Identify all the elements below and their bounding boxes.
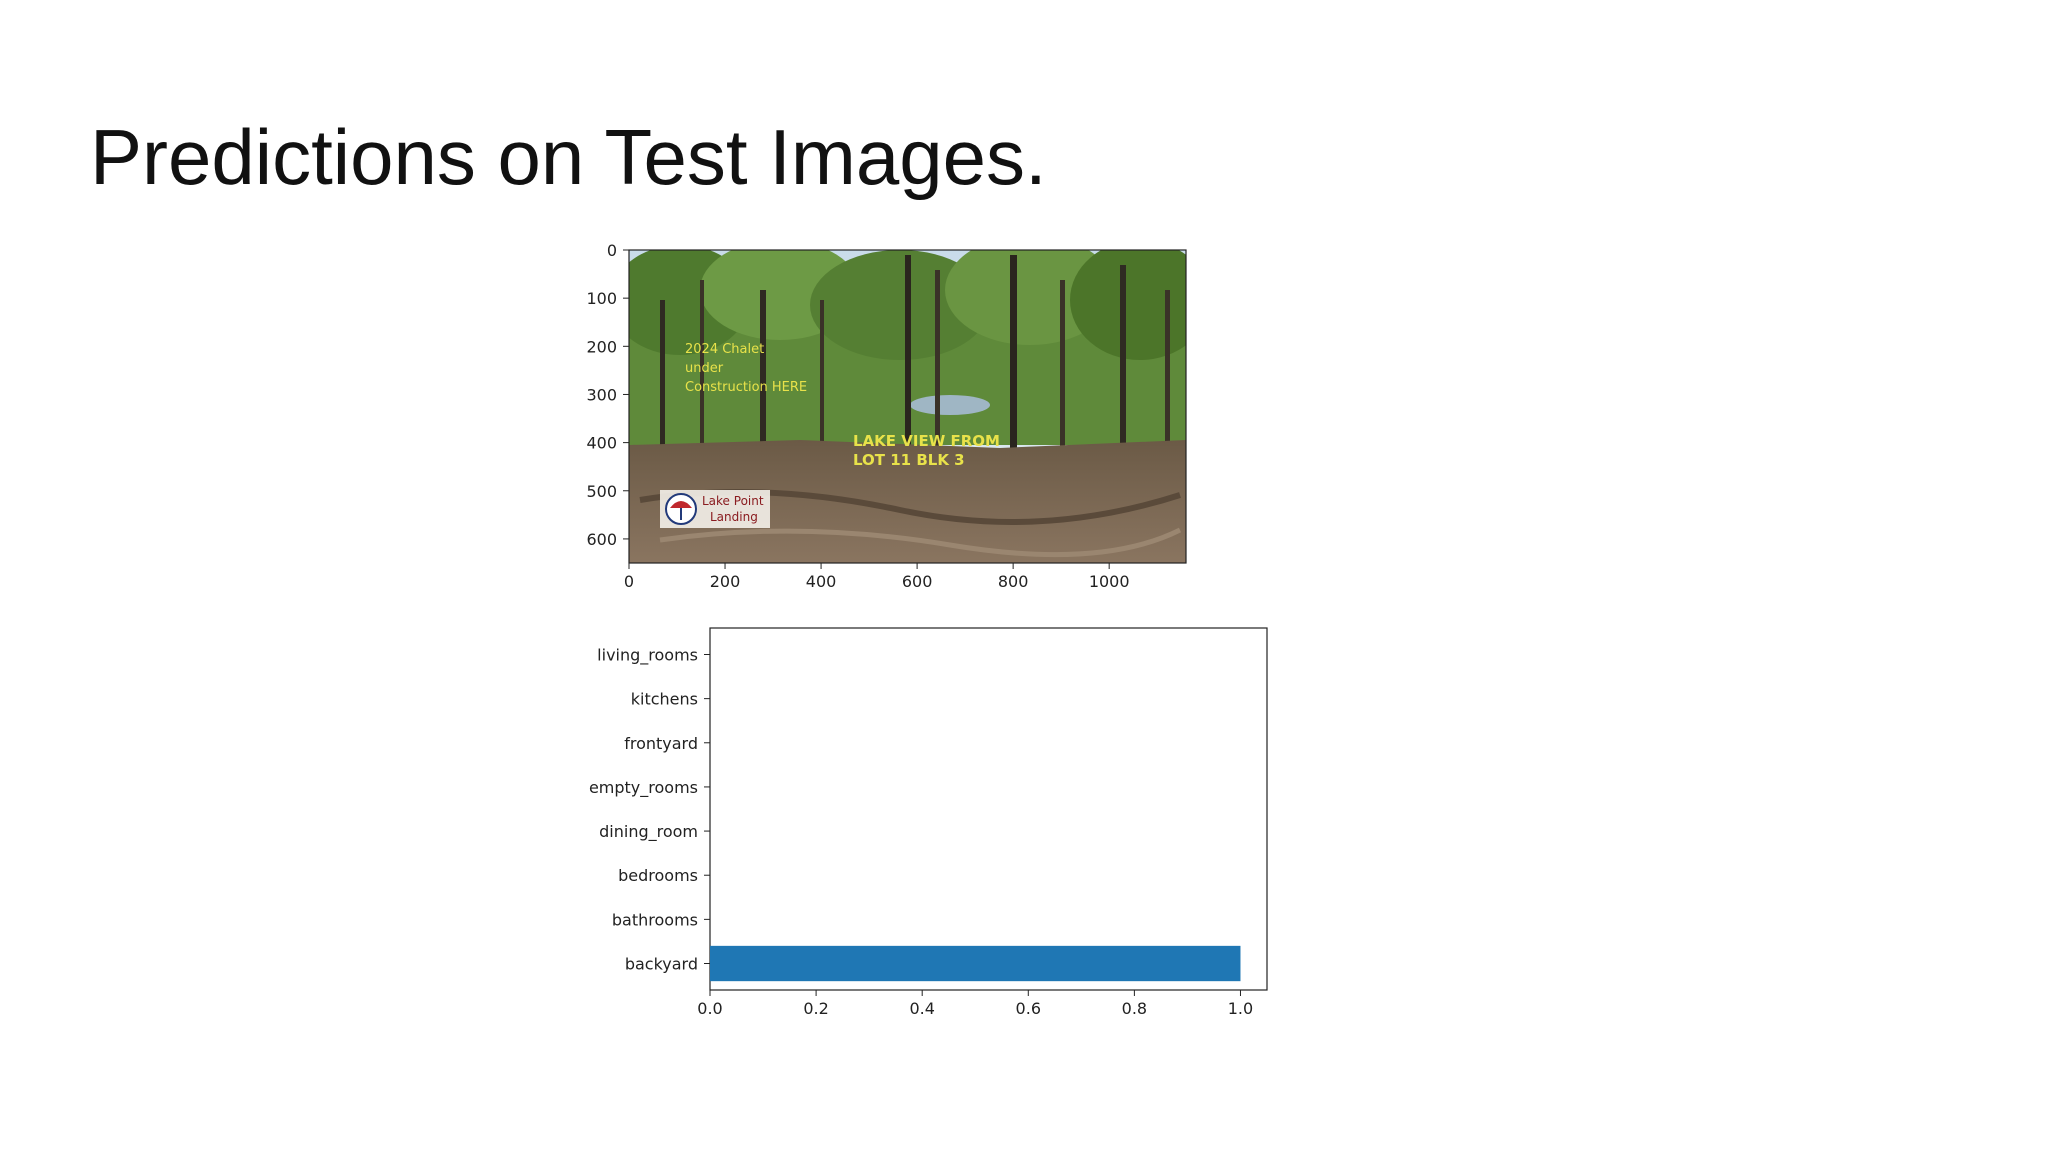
bar-x-tick-label: 0.4 (909, 999, 934, 1018)
category-label-frontyard: frontyard (624, 734, 698, 753)
image-x-tick-label: 0 (624, 572, 634, 591)
category-label-backyard: backyard (625, 955, 698, 974)
image-y-axis: 0 100 200 300 400 500 600 (586, 241, 629, 549)
bar-x-tick-label: 0.0 (697, 999, 722, 1018)
category-label-living_rooms: living_rooms (597, 645, 698, 665)
image-x-tick-label: 600 (902, 572, 933, 591)
photo-caption-chalet-2: under (685, 361, 724, 376)
bar-x-axis: 0.0 0.2 0.4 0.6 0.8 1.0 (697, 990, 1253, 1018)
image-x-tick-label: 800 (998, 572, 1029, 591)
logo-text-1: Lake Point (702, 494, 764, 508)
photo-caption-lake-2: LOT 11 BLK 3 (853, 451, 965, 469)
image-y-tick-label: 600 (586, 530, 617, 549)
image-y-tick-label: 500 (586, 482, 617, 501)
bar-backyard (710, 945, 1241, 982)
image-y-tick-label: 400 (586, 434, 617, 453)
prediction-bar-chart: backyard bathrooms bedrooms dining_room empt… (589, 627, 1268, 1018)
image-x-axis: 0 200 400 600 800 1000 (624, 563, 1130, 591)
photo-caption-lake-1: LAKE VIEW FROM (853, 432, 1000, 450)
category-label-dining_room: dining_room (599, 822, 698, 842)
image-y-tick-label: 300 (586, 385, 617, 404)
bars (710, 945, 1241, 982)
bar-y-axis: backyard bathrooms bedrooms dining_room empt… (589, 645, 710, 974)
category-label-empty_rooms: empty_rooms (589, 778, 698, 798)
category-label-bedrooms: bedrooms (618, 866, 698, 885)
test-image: 2024 Chalet under Construction HERE LAKE… (629, 250, 1186, 563)
photo-caption-chalet-1: 2024 Chalet (685, 342, 764, 357)
bar-x-tick-label: 0.6 (1016, 999, 1041, 1018)
bar-x-tick-label: 1.0 (1228, 999, 1253, 1018)
image-y-tick-label: 0 (607, 241, 617, 260)
photo-caption-chalet-3: Construction HERE (685, 380, 807, 395)
figure: 2024 Chalet under Construction HERE LAKE… (586, 241, 1268, 1018)
image-y-tick-label: 200 (586, 337, 617, 356)
image-x-tick-label: 400 (806, 572, 837, 591)
bar-x-tick-label: 0.2 (803, 999, 828, 1018)
bar-axes-frame (709, 627, 1268, 991)
image-y-tick-label: 100 (586, 289, 617, 308)
bar-x-tick-label: 0.8 (1122, 999, 1147, 1018)
image-x-tick-label: 200 (710, 572, 741, 591)
image-x-tick-label: 1000 (1089, 572, 1130, 591)
logo-text-2: Landing (710, 510, 758, 524)
category-label-kitchens: kitchens (631, 690, 698, 709)
category-label-bathrooms: bathrooms (612, 910, 698, 929)
